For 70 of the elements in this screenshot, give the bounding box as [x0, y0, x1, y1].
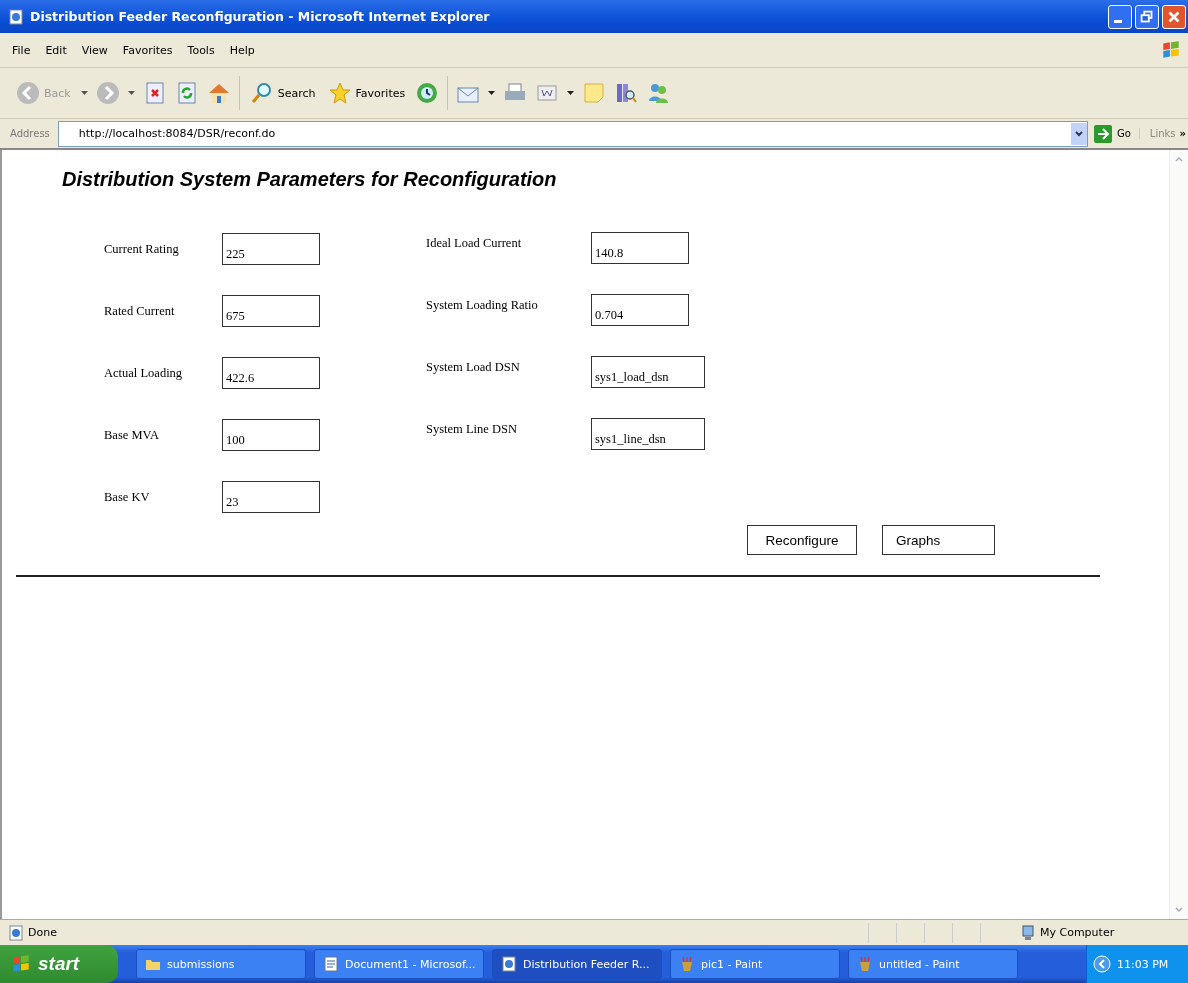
menu-item[interactable]: Tools: [187, 43, 215, 57]
dropdown-arrow-icon[interactable]: [80, 91, 88, 95]
page-icon: [8, 924, 24, 941]
start-button[interactable]: start: [0, 945, 118, 983]
page-heading: Distribution System Parameters for Reconfiguration: [62, 168, 558, 191]
field-label: System Loading Ratio: [426, 297, 539, 313]
address-label: Address: [9, 128, 51, 139]
input-field[interactable]: 225: [222, 233, 320, 265]
search-icon: [249, 81, 274, 105]
menu-item[interactable]: File: [12, 43, 31, 57]
minimize-icon: [1114, 20, 1122, 23]
window-title: Distribution Feeder Reconfiguration - Microsoft Internet Explorer: [30, 9, 491, 24]
field-label: System Line DSN: [426, 421, 518, 437]
input-field[interactable]: sys1_line_dsn: [591, 418, 705, 450]
document-icon: [323, 956, 339, 972]
taskbar-button[interactable]: untitled - Paint: [848, 949, 1018, 979]
input-field[interactable]: 675: [222, 295, 320, 327]
dropdown-arrow-icon[interactable]: [567, 91, 575, 95]
form-button[interactable]: Reconfigure: [747, 525, 857, 555]
dropdown-arrow-icon[interactable]: [488, 91, 496, 95]
chevron-left-icon[interactable]: [1093, 955, 1111, 973]
minimize-button[interactable]: [1108, 4, 1132, 29]
close-button[interactable]: [1162, 4, 1186, 29]
browser-icon: [501, 956, 517, 972]
zone-text: My Computer: [1040, 926, 1116, 939]
taskbar-button[interactable]: Document1 - Microsof...: [314, 949, 484, 979]
paint-cup-icon: [857, 956, 873, 972]
browser-icon: [8, 8, 24, 25]
field-label: Ideal Load Current: [426, 235, 523, 251]
history-icon[interactable]: [415, 81, 440, 105]
menu-item[interactable]: Edit: [45, 43, 67, 57]
input-field[interactable]: 140.8: [591, 232, 689, 264]
input-field[interactable]: 0.704: [591, 294, 689, 326]
more-chevron[interactable]: »: [1175, 128, 1188, 139]
research-icon[interactable]: [614, 81, 639, 105]
windows-flag-icon: [10, 953, 32, 975]
dropdown-arrow-icon[interactable]: [127, 91, 135, 95]
status-text: Done: [28, 926, 57, 939]
taskbar-button[interactable]: submissions: [136, 949, 306, 979]
scrollbar[interactable]: [1169, 150, 1188, 919]
scroll-up-icon[interactable]: [1174, 154, 1184, 164]
restore-button[interactable]: [1135, 4, 1159, 29]
field-label: Rated Current: [104, 303, 176, 319]
right-arrow-icon: [1093, 124, 1112, 143]
menu-item[interactable]: Favorites: [122, 43, 173, 57]
field-label: Actual Loading: [104, 365, 184, 381]
menu-item[interactable]: Help: [229, 43, 255, 57]
input-field[interactable]: sys1_load_dsn: [591, 356, 705, 388]
paint-cup-icon: [679, 956, 695, 972]
scroll-down-icon[interactable]: [1174, 905, 1184, 915]
star-icon: [327, 81, 352, 105]
form-button[interactable]: Graphs: [882, 525, 995, 555]
menu-item[interactable]: View: [81, 43, 108, 57]
favorites-button[interactable]: Favorites: [325, 79, 408, 107]
taskbar-button[interactable]: Distribution Feeder R...: [492, 949, 662, 979]
computer-icon: [1020, 924, 1036, 941]
input-field[interactable]: 422.6: [222, 357, 320, 389]
search-button[interactable]: Search: [247, 79, 318, 107]
input-field[interactable]: 100: [222, 419, 320, 451]
clock: 11:03 PM: [1117, 957, 1169, 971]
windows-flag-icon: [1160, 39, 1182, 61]
go-button[interactable]: Go: [1087, 124, 1139, 143]
field-label: Current Rating: [104, 241, 180, 257]
input-field[interactable]: 23: [222, 481, 320, 513]
messenger-icon[interactable]: [646, 81, 671, 105]
field-label: System Load DSN: [426, 359, 521, 375]
field-label: Base KV: [104, 489, 151, 505]
taskbar-button[interactable]: pic1 - Paint: [670, 949, 840, 979]
field-label: Base MVA: [104, 427, 160, 443]
address-field[interactable]: http://localhost:8084/DSR/reconf.do: [57, 120, 1088, 147]
